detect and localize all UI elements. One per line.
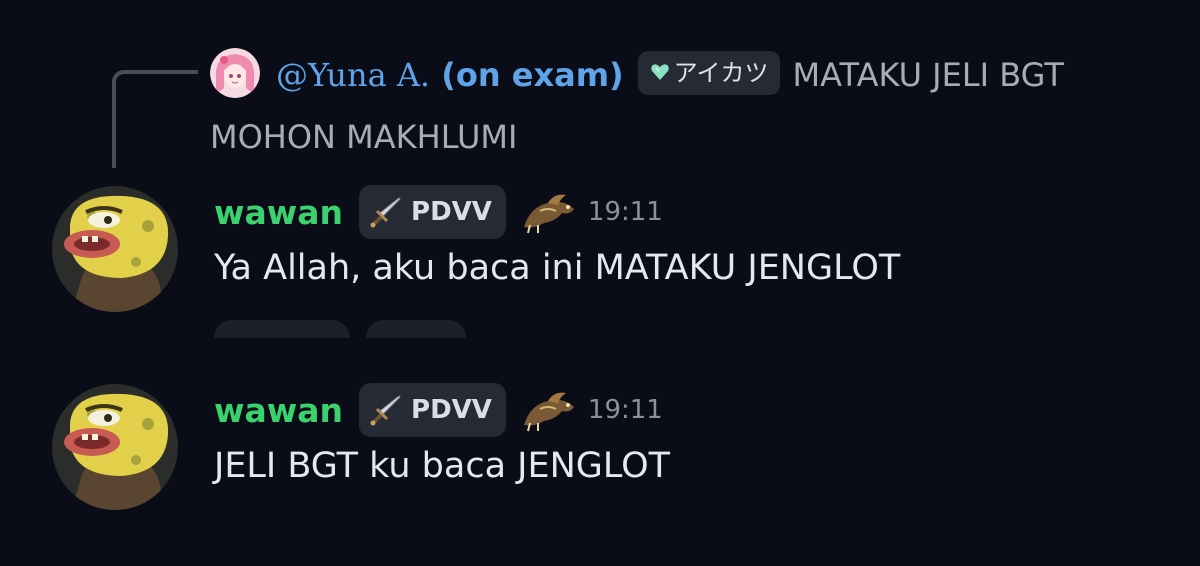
message-text: JELI BGT ku baca JENGLOT <box>214 446 671 486</box>
dragon-decoration-icon <box>523 194 574 234</box>
role-label: PDVV <box>411 395 492 425</box>
username[interactable]: wawan <box>214 193 343 232</box>
role-label: PDVV <box>411 197 492 227</box>
server-tag-label: アイカツ <box>673 59 769 87</box>
timestamp: 19:11 <box>587 197 663 227</box>
message-1-header: wawan PDVV 19:11 <box>214 184 663 240</box>
chat-view: @Yuna A. (on exam) アイカツ MATAKU JELI BGT MO… <box>0 0 1200 566</box>
message-text: Ya Allah, aku baca ini MATAKU JENGLOT <box>214 248 901 288</box>
role-badge[interactable]: PDVV <box>359 383 506 437</box>
reply-mention[interactable]: @Yuna A. (on exam) <box>276 56 624 94</box>
reply-text-line1: MATAKU JELI BGT <box>792 56 1064 94</box>
username[interactable]: wawan <box>214 391 343 430</box>
sword-icon <box>370 395 401 426</box>
reaction-pill[interactable] <box>214 320 350 338</box>
timestamp: 19:11 <box>587 395 663 425</box>
server-tag-badge[interactable]: アイカツ <box>637 51 781 95</box>
spongebob-caveman-avatar-icon[interactable] <box>52 384 178 510</box>
dragon-decoration-icon <box>523 392 574 432</box>
reply-text-line2: MOHON MAKHLUMI <box>210 118 518 156</box>
spongebob-caveman-avatar-icon[interactable] <box>52 186 178 312</box>
reaction-pill[interactable] <box>366 320 466 338</box>
role-badge[interactable]: PDVV <box>359 185 506 239</box>
heart-gem-icon <box>650 64 669 80</box>
message-2-header: wawan PDVV 19:11 <box>214 382 663 438</box>
reply-connector-line <box>112 70 198 168</box>
reply-reference[interactable]: @Yuna A. (on exam) アイカツ MATAKU JELI BGT MO… <box>210 44 1170 168</box>
pink-hair-anime-avatar-icon[interactable] <box>210 48 260 98</box>
sword-icon <box>370 197 401 228</box>
